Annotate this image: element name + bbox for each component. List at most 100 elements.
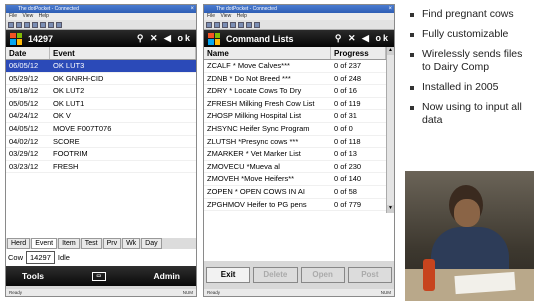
row-progress: 0 of 13 [334,149,357,159]
left-device-screen: The dotPocket - Connected × File View He… [5,4,197,297]
scroll-up-icon[interactable]: ▲ [387,47,394,55]
toolbar-icon[interactable] [24,21,30,28]
toolbar-icon[interactable] [8,21,14,28]
table-row[interactable]: 03/29/12 FOOTRIM [6,148,196,161]
menu-help[interactable]: Help [237,13,247,19]
menu-file[interactable]: File [9,13,17,19]
row-event: FRESH [53,161,79,171]
post-button[interactable]: Post [347,266,392,283]
row-date: 06/05/12 [9,61,39,70]
row-date: 03/29/12 [9,149,39,159]
exit-button[interactable]: Exit [206,266,251,283]
close-icon[interactable]: × [190,5,194,13]
toolbar-icon[interactable] [214,21,220,28]
toolbar-icon[interactable] [16,21,22,28]
row-progress: 0 of 140 [334,174,362,184]
table-row[interactable]: 05/05/12 OK LUT1 [6,98,196,111]
toolbar-icon[interactable] [230,21,236,28]
os-title-text: The dotPocket - Connected [216,6,277,12]
cow-id-field[interactable]: 14297 [26,251,55,264]
toolbar-icon[interactable] [238,21,244,28]
open-button[interactable]: Open [300,266,345,283]
menu-view[interactable]: View [22,13,33,19]
row-name: ZFRESH Milking Fresh Cow List [207,98,315,108]
app-header-bar: 14297 ⚲ ✕ ◀ ok [6,30,196,47]
admin-softkey[interactable]: Admin [154,271,180,281]
table-row[interactable]: ZFRESH Milking Fresh Cow List 0 of 119 [204,98,386,111]
table-row[interactable]: ZPGHMOV Heifer to PG pens 0 of 779 [204,199,386,212]
menu-view[interactable]: View [220,13,231,19]
tools-softkey[interactable]: Tools [22,271,44,281]
row-name: ZHSYNC Heifer Sync Program [207,123,310,133]
table-row[interactable]: 05/18/12 OK LUT2 [6,85,196,98]
table-row[interactable]: ZHOSP Milking Hospital List 0 of 31 [204,110,386,123]
list-empty-area [6,195,196,238]
toolbar-icon[interactable] [222,21,228,28]
table-row[interactable]: ZOPEN * OPEN COWS IN AI 0 of 58 [204,186,386,199]
table-header: Name Progress [204,47,386,60]
row-event: MOVE F007T076 [53,123,112,133]
scroll-down-icon[interactable]: ▼ [387,205,394,213]
toolbar-icon[interactable] [48,21,54,28]
table-row[interactable]: ZDRY * Locate Cows To Dry 0 of 16 [204,85,386,98]
table-row[interactable]: ZMOVECU *Mueva al 0 of 230 [204,161,386,174]
column-header-event[interactable]: Event [50,47,196,59]
windows-logo-icon[interactable] [208,32,220,45]
tab-item[interactable]: Item [58,238,80,249]
cow-label: Cow [8,253,24,262]
ok-button[interactable]: ok [177,33,192,43]
menu-help[interactable]: Help [39,13,49,19]
column-header-name[interactable]: Name [204,47,331,59]
table-row[interactable]: 04/02/12 SCORE [6,136,196,149]
menu-file[interactable]: File [207,13,215,19]
delete-button[interactable]: Delete [253,266,298,283]
tab-test[interactable]: Test [80,238,102,249]
column-header-date[interactable]: Date [6,47,50,59]
column-header-progress[interactable]: Progress [331,47,386,59]
row-date: 05/05/12 [9,98,39,108]
close-icon[interactable]: × [388,5,392,13]
row-progress: 0 of 31 [334,111,357,121]
table-row[interactable]: ZMOVEH *Move Heifers** 0 of 140 [204,173,386,186]
toolbar-icon[interactable] [56,21,62,28]
toolbar-icon[interactable] [40,21,46,28]
table-row[interactable]: 05/29/12 OK GNRH-CID [6,73,196,86]
table-row[interactable]: ZCALF * Move Calves*** 0 of 237 [204,60,386,73]
os-title-bar: The dotPocket - Connected × [6,5,196,13]
os-status-bar: Ready NUM [204,289,394,296]
table-row[interactable]: ZMARKER * Vet Marker List 0 of 13 [204,148,386,161]
toolbar-icon[interactable] [246,21,252,28]
table-row[interactable]: ZDNB * Do Not Breed *** 0 of 248 [204,73,386,86]
row-progress: 0 of 119 [334,98,361,108]
table-row[interactable]: 04/24/12 OK V [6,110,196,123]
bullet-item: Find pregnant cows [408,8,534,21]
row-date: 04/02/12 [9,136,39,146]
scrollbar[interactable]: ▲ ▼ [386,47,394,213]
row-progress: 0 of 16 [334,86,357,96]
speaker-icon[interactable]: ◀ [164,33,173,43]
ok-button[interactable]: ok [375,33,390,43]
signal-icon: ⚲ [334,33,344,43]
bullet-item: Installed in 2005 [408,81,534,94]
table-row[interactable]: 06/05/12 OK LUT3 [6,60,196,73]
windows-logo-icon[interactable] [10,32,22,45]
tab-day[interactable]: Day [141,238,162,249]
table-row[interactable]: ZHSYNC Heifer Sync Program 0 of 0 [204,123,386,136]
toolbar-icon[interactable] [32,21,38,28]
toolbar-icon[interactable] [254,21,260,28]
table-row[interactable]: 03/23/12 FRESH [6,161,196,174]
row-progress: 0 of 248 [334,73,362,83]
event-list: 06/05/12 OK LUT3 05/29/12 OK GNRH-CID 05/18/… [6,60,196,195]
table-header: Date Event [6,47,196,60]
tab-wk[interactable]: Wk [122,238,141,249]
table-row[interactable]: ZLUTSH *Presync cows *** 0 of 118 [204,136,386,149]
tab-event[interactable]: Event [31,238,58,249]
table-row[interactable]: 04/05/12 MOVE F007T076 [6,123,196,136]
row-progress: 0 of 237 [334,61,362,70]
tab-prv[interactable]: Prv [102,238,122,249]
command-list: ZCALF * Move Calves*** 0 of 237 ZDNB * Do … [204,60,386,213]
speaker-icon[interactable]: ◀ [362,33,371,43]
keyboard-icon[interactable]: ▭ [91,271,106,281]
tab-herd[interactable]: Herd [7,238,31,249]
toolbar-icon[interactable] [206,21,212,28]
